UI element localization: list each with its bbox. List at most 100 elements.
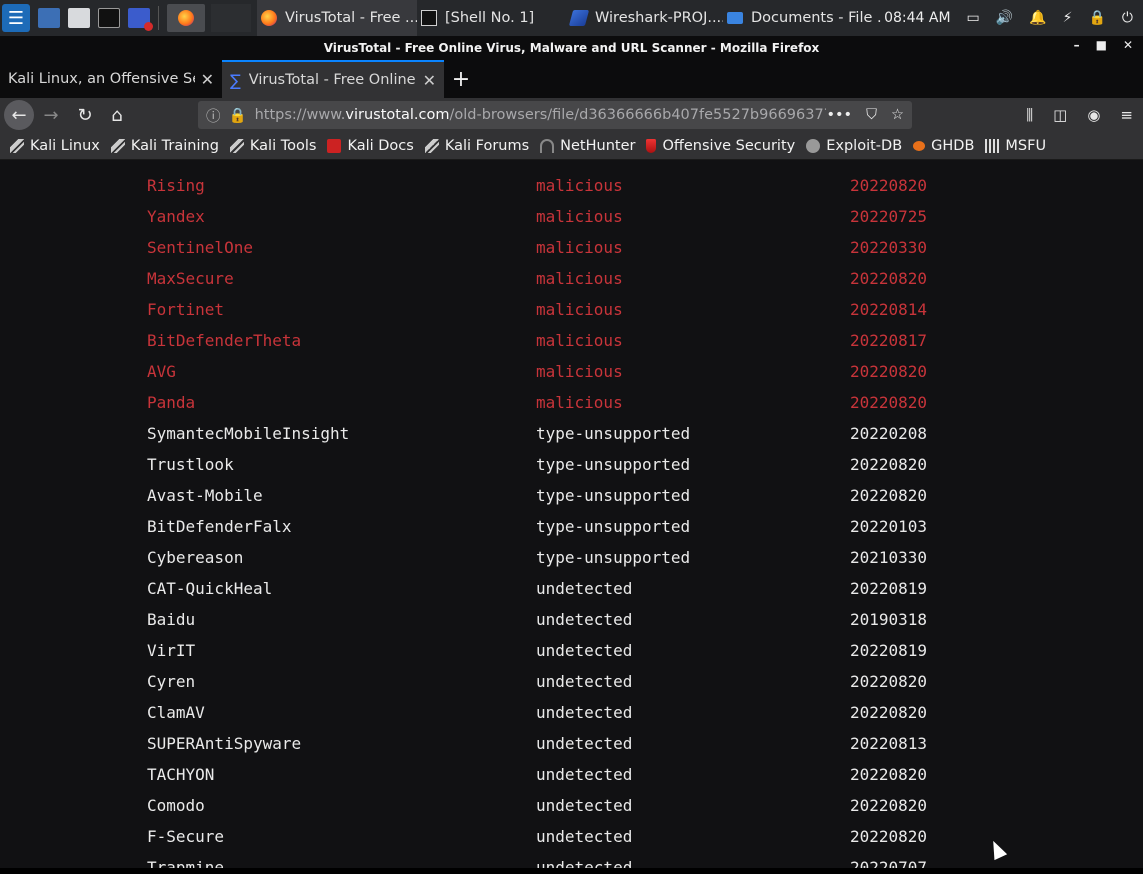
taskbar-separator bbox=[158, 6, 159, 30]
detection-result: malicious bbox=[536, 393, 623, 412]
engine-name: SUPERAntiSpyware bbox=[147, 734, 302, 753]
bookmark-item[interactable]: Kali Linux bbox=[10, 138, 100, 154]
detection-result: type-unsupported bbox=[536, 424, 691, 443]
info-icon[interactable]: ⓘ bbox=[206, 105, 221, 126]
lock-icon[interactable]: 🔒 bbox=[1088, 10, 1105, 26]
file-manager-icon[interactable] bbox=[68, 8, 90, 28]
maximize-icon[interactable]: ■ bbox=[1096, 38, 1107, 52]
firefox-launcher[interactable] bbox=[167, 4, 205, 32]
toolbar-right: ⫼ ◫ ◉ ≡ bbox=[1026, 106, 1143, 124]
engine-name: Panda bbox=[147, 393, 196, 412]
tab-label: VirusTotal - Free Online V bbox=[248, 72, 417, 88]
bookmark-label: Exploit-DB bbox=[826, 137, 903, 154]
pocket-icon[interactable]: ⛉ bbox=[866, 107, 877, 123]
detection-result: malicious bbox=[536, 362, 623, 381]
sidebar-icon[interactable]: ◫ bbox=[1053, 106, 1067, 124]
nethunter-icon bbox=[540, 138, 555, 153]
task-label: VirusTotal - Free ... bbox=[285, 10, 417, 26]
tab-close-icon[interactable]: ✕ bbox=[423, 71, 436, 90]
tab-close-icon[interactable]: ✕ bbox=[201, 70, 214, 89]
result-row: CAT-QuickHeal undetected 20220819 bbox=[0, 579, 1143, 610]
secure-lock-icon[interactable]: 🔒 bbox=[229, 107, 247, 124]
bookmark-star-icon[interactable]: ☆ bbox=[891, 107, 904, 123]
firefox-icon bbox=[178, 10, 194, 26]
notification-bell-icon[interactable]: 🔔 bbox=[1029, 10, 1046, 26]
engine-name: SymantecMobileInsight bbox=[147, 424, 350, 443]
definition-date: 20220820 bbox=[850, 672, 928, 691]
result-row: Yandex malicious 20220725 bbox=[0, 207, 1143, 238]
result-row: MaxSecure malicious 20220820 bbox=[0, 269, 1143, 300]
msfu-icon bbox=[985, 138, 1000, 153]
power-menu-icon[interactable]: ⏻ bbox=[1122, 10, 1133, 26]
taskbar-task-wireshark[interactable]: Wireshark-PROJ.... bbox=[567, 0, 723, 36]
window-bottom-edge bbox=[0, 868, 1143, 874]
terminal-icon[interactable] bbox=[98, 8, 120, 28]
power-icon[interactable]: ⚡ bbox=[1063, 10, 1073, 26]
detection-result: undetected bbox=[536, 610, 633, 629]
result-row: Trapmine undetected 20220707 bbox=[0, 858, 1143, 868]
task-label: Wireshark-PROJ.... bbox=[595, 10, 723, 26]
definition-date: 20220820 bbox=[850, 362, 928, 381]
bookmark-item[interactable]: Kali Forums bbox=[424, 138, 529, 154]
library-icon[interactable]: ⫼ bbox=[1026, 106, 1033, 124]
bookmark-item[interactable]: Kali Tools bbox=[229, 138, 316, 154]
new-tab-icon[interactable]: + bbox=[444, 60, 478, 98]
definition-date: 20220819 bbox=[850, 579, 928, 598]
engine-name: F-Secure bbox=[147, 827, 225, 846]
tab-virustotal[interactable]: ∑ VirusTotal - Free Online V ✕ bbox=[222, 60, 444, 98]
result-row: Trustlook type-unsupported 20220820 bbox=[0, 455, 1143, 486]
bookmark-label: Kali Docs bbox=[347, 137, 414, 154]
engine-name: ClamAV bbox=[147, 703, 205, 722]
taskbar-task-documents[interactable]: Documents - File ... bbox=[723, 0, 881, 36]
result-row: Panda malicious 20220820 bbox=[0, 393, 1143, 424]
result-row: BitDefenderFalx type-unsupported 20220103 bbox=[0, 517, 1143, 548]
clock[interactable]: 08:44 AM bbox=[884, 10, 950, 26]
forward-arrow-icon[interactable]: → bbox=[34, 98, 68, 132]
display-icon[interactable]: ▭ bbox=[967, 10, 980, 26]
minimize-icon[interactable]: – bbox=[1074, 38, 1080, 52]
dragon-icon bbox=[10, 138, 24, 153]
engine-name: Cyren bbox=[147, 672, 196, 691]
volume-icon[interactable]: 🔊 bbox=[996, 10, 1013, 26]
navigation-toolbar: ← → ↻ ⌂ ⓘ 🔒 https://www.virustotal.com/o… bbox=[0, 98, 1143, 132]
close-icon[interactable]: ✕ bbox=[1123, 38, 1133, 52]
engine-name: Rising bbox=[147, 176, 205, 195]
url-text[interactable]: https://www.virustotal.com/old-browsers/… bbox=[255, 107, 827, 123]
url-bar[interactable]: ⓘ 🔒 https://www.virustotal.com/old-brows… bbox=[198, 101, 912, 129]
kali-menu-icon[interactable]: ☰ bbox=[2, 4, 30, 32]
bookmark-item[interactable]: Kali Training bbox=[110, 138, 219, 154]
window-controls: – ■ ✕ bbox=[1074, 38, 1133, 52]
bookmark-item[interactable]: GHDB bbox=[913, 138, 974, 154]
bookmark-item[interactable]: Exploit-DB bbox=[806, 138, 902, 154]
detection-result: malicious bbox=[536, 207, 623, 226]
result-row: Cybereason type-unsupported 20210330 bbox=[0, 548, 1143, 579]
tab-kali-linux[interactable]: Kali Linux, an Offensive Secu ✕ bbox=[0, 60, 222, 98]
task-label: Documents - File ... bbox=[751, 10, 881, 26]
bookmark-label: MSFU bbox=[1005, 137, 1047, 154]
workspace-icon[interactable] bbox=[38, 8, 60, 28]
account-icon[interactable]: ◉ bbox=[1087, 106, 1100, 124]
home-icon[interactable]: ⌂ bbox=[100, 98, 134, 132]
taskbar-task-shell[interactable]: [Shell No. 1] bbox=[417, 0, 567, 36]
definition-date: 20210330 bbox=[850, 548, 928, 567]
reload-icon[interactable]: ↻ bbox=[68, 98, 102, 132]
back-arrow-icon[interactable]: ← bbox=[4, 100, 34, 130]
engine-name: Trapmine bbox=[147, 858, 225, 868]
bookmark-item[interactable]: Kali Docs bbox=[327, 137, 414, 154]
result-row: AVG malicious 20220820 bbox=[0, 362, 1143, 393]
bookmark-item[interactable]: NetHunter bbox=[540, 138, 635, 154]
definition-date: 20220103 bbox=[850, 517, 928, 536]
engine-name: Avast-Mobile bbox=[147, 486, 263, 505]
definition-date: 20220820 bbox=[850, 455, 928, 474]
bookmark-item[interactable]: Offensive Security bbox=[646, 138, 795, 154]
definition-date: 20220813 bbox=[850, 734, 928, 753]
detection-result: malicious bbox=[536, 176, 623, 195]
bookmark-item[interactable]: MSFU bbox=[985, 138, 1046, 154]
page-actions-icon[interactable]: ••• bbox=[826, 107, 852, 123]
result-row: SUPERAntiSpyware undetected 20220813 bbox=[0, 734, 1143, 765]
empty-workspace-slot[interactable] bbox=[211, 4, 251, 32]
taskbar-task-virustotal[interactable]: VirusTotal - Free ... bbox=[257, 0, 417, 36]
engine-name: Yandex bbox=[147, 207, 205, 226]
screen-recorder-icon[interactable] bbox=[128, 8, 153, 31]
menu-hamburger-icon[interactable]: ≡ bbox=[1120, 106, 1133, 124]
